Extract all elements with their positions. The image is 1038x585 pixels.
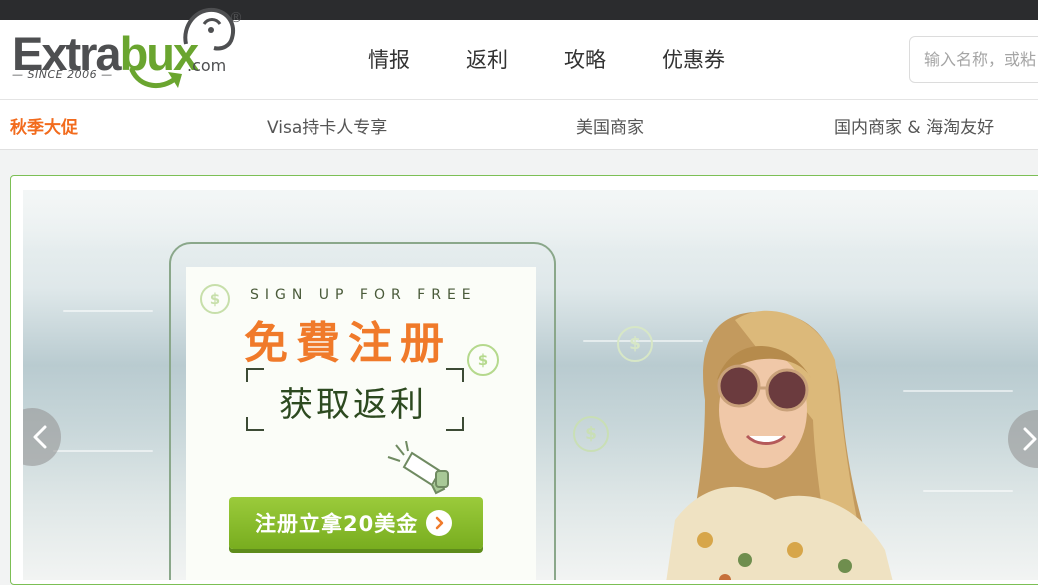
top-bar bbox=[0, 0, 1038, 20]
carousel-next-button[interactable] bbox=[1008, 410, 1038, 468]
hero-banner[interactable]: SIGN UP FOR FREE 免費注册 获取返利 注册立拿20美金 $ $ … bbox=[23, 190, 1038, 580]
megaphone-icon bbox=[387, 441, 449, 495]
water-ripple bbox=[923, 490, 1013, 492]
logo-domain: .com bbox=[187, 56, 227, 75]
subnav-item-domestic-merchants[interactable]: 国内商家 & 海淘友好 bbox=[834, 113, 994, 138]
bracket-corner bbox=[446, 417, 464, 431]
logo-arrow-icon bbox=[129, 67, 182, 88]
search-box bbox=[909, 36, 1038, 83]
signup-text: SIGN UP FOR FREE bbox=[250, 287, 477, 303]
bracket-corner bbox=[246, 368, 264, 382]
woman-photo bbox=[666, 310, 893, 580]
subnav-item-autumn-sale[interactable]: 秋季大促 bbox=[10, 113, 78, 138]
extrabux-logo[interactable]: Extrabux ® .com — SINCE 2006 — bbox=[10, 7, 250, 98]
sub-nav: 秋季大促 Visa持卡人专享 美国商家 国内商家 & 海淘友好 bbox=[0, 100, 1038, 150]
logo-since: — SINCE 2006 — bbox=[12, 68, 113, 81]
subnav-item-visa[interactable]: Visa持卡人专享 bbox=[267, 113, 387, 138]
carousel-prev-button[interactable] bbox=[23, 408, 61, 466]
site-header: Extrabux ® .com — SINCE 2006 — 情报 返利 攻略 … bbox=[0, 7, 1038, 100]
water-ripple bbox=[53, 450, 153, 452]
coin-icon: $ bbox=[200, 284, 230, 314]
signup-card: SIGN UP FOR FREE 免費注册 获取返利 注册立拿20美金 bbox=[186, 267, 536, 580]
coin-icon: $ bbox=[573, 416, 609, 452]
coin-icon: $ bbox=[467, 344, 499, 376]
nav-item-intel[interactable]: 情报 bbox=[368, 44, 410, 74]
register-cta-label: 注册立拿20美金 bbox=[255, 512, 419, 536]
nav-item-coupons[interactable]: 优惠券 bbox=[662, 44, 725, 74]
chevron-right-icon bbox=[1023, 427, 1037, 451]
main-nav: 情报 返利 攻略 优惠券 bbox=[368, 44, 781, 74]
nav-item-rebate[interactable]: 返利 bbox=[466, 44, 508, 74]
registered-mark: ® bbox=[229, 10, 243, 26]
bracket-corner bbox=[246, 417, 264, 431]
subnav-item-us-merchants[interactable]: 美国商家 bbox=[576, 113, 644, 138]
chevron-circle-right-icon bbox=[426, 510, 453, 536]
nav-item-guides[interactable]: 攻略 bbox=[564, 44, 606, 74]
chevron-left-icon bbox=[33, 425, 47, 449]
register-cta-button[interactable]: 注册立拿20美金 bbox=[229, 497, 483, 549]
bracket-corner bbox=[446, 368, 464, 382]
search-input[interactable] bbox=[910, 37, 1038, 82]
sky-haze bbox=[23, 190, 1038, 250]
free-register-headline: 免費注册 bbox=[244, 318, 452, 369]
water-ripple bbox=[63, 310, 153, 312]
get-rebate-subheadline: 获取返利 bbox=[279, 385, 427, 425]
